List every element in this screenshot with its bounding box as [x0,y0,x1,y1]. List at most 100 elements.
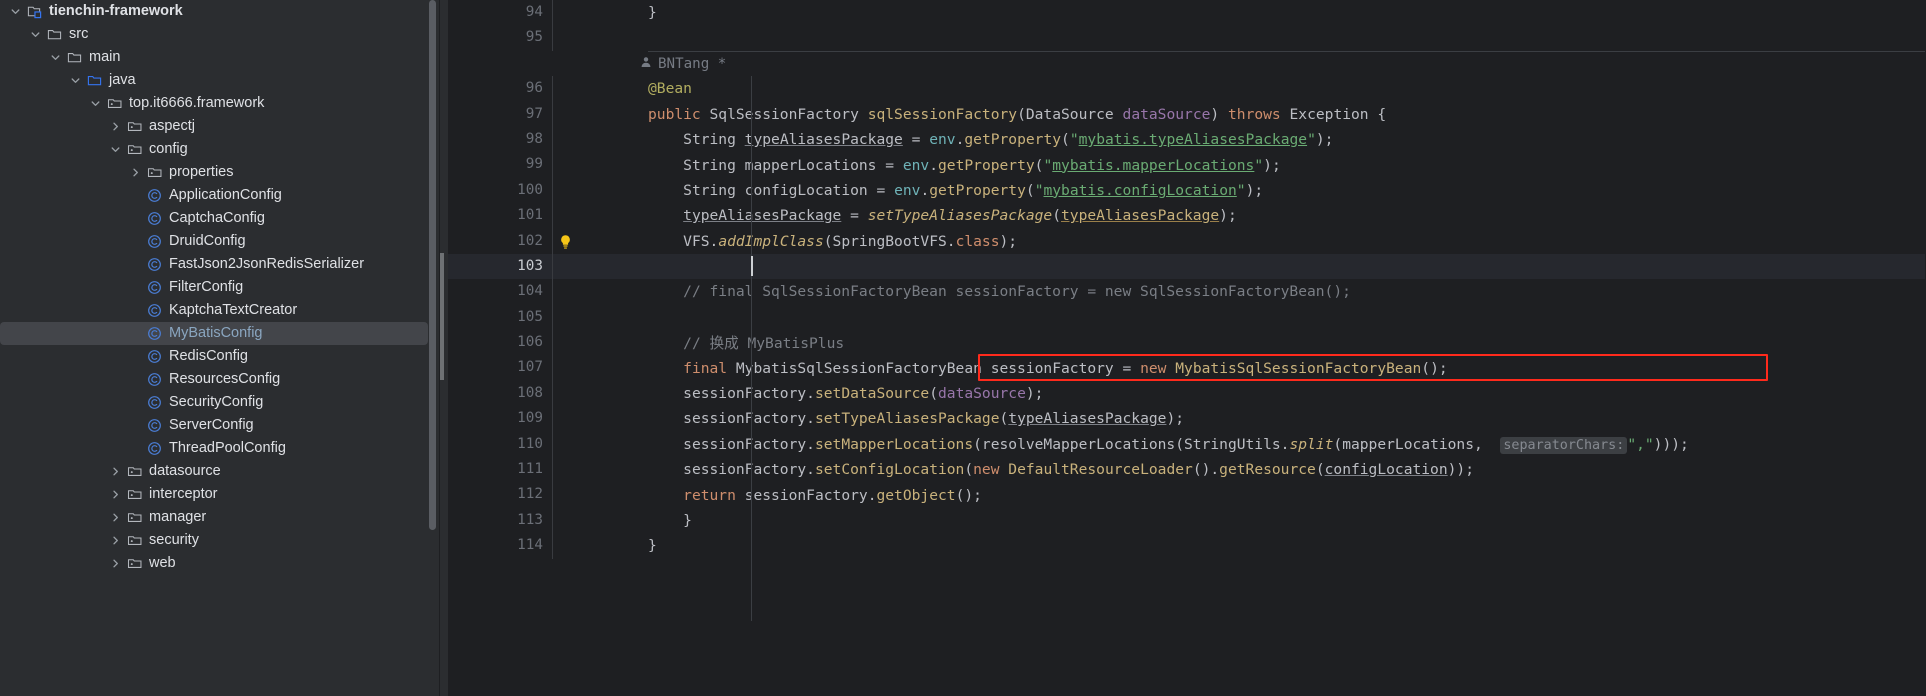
tree-item-mybatisconfig[interactable]: MyBatisConfig [0,322,428,345]
line-number-96[interactable]: 96 [448,76,552,101]
code-line-106[interactable]: 106 // 换成 MyBatisPlus [448,330,1926,356]
line-number-94[interactable]: 94 [448,0,552,25]
chevron-right-icon[interactable] [126,167,144,178]
code-text-102[interactable]: VFS.addImplClass(SpringBootVFS.class); [648,233,1926,250]
tree-item-druidconfig[interactable]: DruidConfig [0,230,440,253]
tree-item-captchaconfig[interactable]: CaptchaConfig [0,207,440,230]
project-tree-list[interactable]: tienchin-framework src main java top.it6666.… [0,0,440,575]
line-number-103[interactable]: 103 [448,254,552,279]
line-number-108[interactable]: 108 [448,381,552,406]
tree-item-java[interactable]: java [0,69,440,92]
line-number-105[interactable]: 105 [448,305,552,330]
code-text-111[interactable]: sessionFactory.setConfigLocation(new Def… [648,461,1926,478]
code-text-108[interactable]: sessionFactory.setDataSource(dataSource)… [648,385,1926,402]
line-number-107[interactable]: 107 [448,355,552,380]
chevron-down-icon[interactable] [106,144,124,155]
line-number-106[interactable]: 106 [448,330,552,355]
tree-item-properties[interactable]: properties [0,161,440,184]
code-text-97[interactable]: public SqlSessionFactory sqlSessionFacto… [648,106,1926,123]
tree-item-top-it6666-framework[interactable]: top.it6666.framework [0,92,440,115]
line-number-109[interactable]: 109 [448,406,552,431]
project-tool-window[interactable]: tienchin-framework src main java top.it6666.… [0,0,440,696]
chevron-down-icon[interactable] [66,75,84,86]
code-line-112[interactable]: 112 return sessionFactory.getObject(); [448,482,1926,508]
line-number-104[interactable]: 104 [448,279,552,304]
code-text-110[interactable]: sessionFactory.setMapperLocations(resolv… [648,436,1926,454]
chevron-right-icon[interactable] [106,489,124,500]
code-text-98[interactable]: String typeAliasesPackage = env.getPrope… [648,131,1926,148]
tree-item-interceptor[interactable]: interceptor [0,483,440,506]
tree-item-fastjson2jsonredisserializer[interactable]: FastJson2JsonRedisSerializer [0,253,440,276]
line-number-101[interactable]: 101 [448,203,552,228]
code-text-100[interactable]: String configLocation = env.getProperty(… [648,182,1926,199]
code-text-94[interactable]: } [648,4,1926,21]
tree-item-web[interactable]: web [0,552,440,575]
chevron-right-icon[interactable] [106,558,124,569]
chevron-down-icon[interactable] [26,29,44,40]
code-line-111[interactable]: 111 sessionFactory.setConfigLocation(new… [448,457,1926,483]
line-number-114[interactable]: 114 [448,533,552,558]
code-line-101[interactable]: 101 typeAliasesPackage = setTypeAliasesP… [448,203,1926,229]
chevron-right-icon[interactable] [106,121,124,132]
chevron-down-icon[interactable] [6,6,24,17]
line-number-102[interactable]: 102 [448,229,552,254]
line-number-100[interactable]: 100 [448,178,552,203]
code-line-114[interactable]: 114} [448,533,1926,559]
chevron-right-icon[interactable] [106,512,124,523]
tree-item-aspectj[interactable]: aspectj [0,115,440,138]
code-line-108[interactable]: 108 sessionFactory.setDataSource(dataSou… [448,380,1926,407]
code-text-109[interactable]: sessionFactory.setTypeAliasesPackage(typ… [648,410,1926,427]
tree-item-securityconfig[interactable]: SecurityConfig [0,391,440,414]
line-number-98[interactable]: 98 [448,127,552,152]
tree-item-src[interactable]: src [0,23,440,46]
code-line-110[interactable]: 110 sessionFactory.setMapperLocations(re… [448,431,1926,458]
tree-item-redisconfig[interactable]: RedisConfig [0,345,440,368]
chevron-right-icon[interactable] [106,466,124,477]
code-line-113[interactable]: 113 } [448,507,1926,534]
line-number-97[interactable]: 97 [448,102,552,127]
code-text-112[interactable]: return sessionFactory.getObject(); [648,487,1926,504]
code-text-96[interactable]: @Bean [648,80,1926,97]
code-text-101[interactable]: typeAliasesPackage = setTypeAliasesPacka… [648,207,1926,224]
line-number-111[interactable]: 111 [448,457,552,482]
code-text-107[interactable]: final MybatisSqlSessionFactoryBean sessi… [648,360,1926,377]
code-line-96[interactable]: 96 @Bean [448,76,1926,102]
code-line-105[interactable]: 105 [448,304,1926,331]
tree-item-datasource[interactable]: datasource [0,460,440,483]
code-line-104[interactable]: 104 // final SqlSessionFactoryBean sessi… [448,279,1926,305]
code-line-97[interactable]: 97 public SqlSessionFactory sqlSessionFac… [448,101,1926,127]
tree-item-security[interactable]: security [0,529,440,552]
code-line-98[interactable]: 98 String typeAliasesPackage = env.getPr… [448,126,1926,153]
code-line-94[interactable]: 94} [448,0,1926,26]
code-line-102[interactable]: 102 VFS.addImplClass(SpringBootVFS.class… [448,228,1926,254]
line-number-99[interactable]: 99 [448,152,552,177]
chevron-right-icon[interactable] [106,535,124,546]
tree-item-applicationconfig[interactable]: ApplicationConfig [0,184,440,207]
code-line-107[interactable]: 107 final MybatisSqlSessionFactoryBean s… [448,355,1926,381]
tree-item-threadpoolconfig[interactable]: ThreadPoolConfig [0,437,440,460]
tree-item-resourcesconfig[interactable]: ResourcesConfig [0,368,440,391]
code-lines-container[interactable]: 94} 95 96 @Bean 97 public SqlSessionFactory s… [448,0,1926,696]
code-text-106[interactable]: // 换成 MyBatisPlus [648,332,1926,353]
code-line-99[interactable]: 99 String mapperLocations = env.getPrope… [448,152,1926,178]
tree-item-filterconfig[interactable]: FilterConfig [0,276,440,299]
code-line-103[interactable]: 103 [448,253,1926,280]
intention-bulb-icon[interactable] [558,234,573,254]
chevron-down-icon[interactable] [86,98,104,109]
line-number-95[interactable]: 95 [448,25,552,50]
project-tree-scrollbar[interactable] [429,0,436,530]
code-editor[interactable]: 94} 95 96 @Bean 97 public SqlSessionFactory s… [440,0,1926,696]
line-number-112[interactable]: 112 [448,482,552,507]
tree-item-config[interactable]: config [0,138,440,161]
line-number-113[interactable]: 113 [448,508,552,533]
tree-item-tienchin-framework[interactable]: tienchin-framework [0,0,440,23]
code-text-113[interactable]: } [648,512,1926,529]
line-number-110[interactable]: 110 [448,432,552,457]
tree-item-serverconfig[interactable]: ServerConfig [0,414,440,437]
code-line-109[interactable]: 109 sessionFactory.setTypeAliasesPackage… [448,406,1926,432]
code-line-100[interactable]: 100 String configLocation = env.getPrope… [448,177,1926,204]
tree-item-kaptchatextcreator[interactable]: KaptchaTextCreator [0,299,440,322]
tree-item-manager[interactable]: manager [0,506,440,529]
code-line-95[interactable]: 95 [448,25,1926,51]
code-text-114[interactable]: } [648,537,1926,554]
